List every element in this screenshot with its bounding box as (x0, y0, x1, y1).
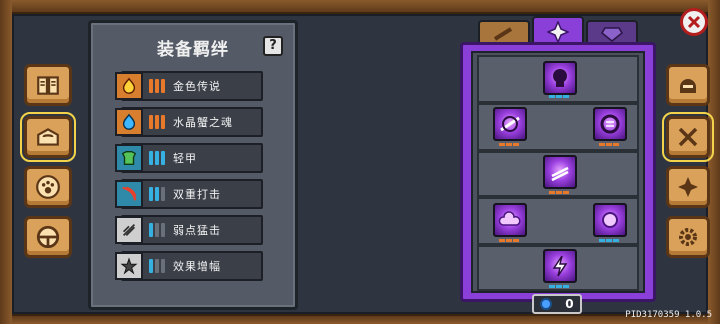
bond-row-gold-legend[interactable]: 金色传说 (115, 71, 263, 101)
gem-icon (540, 298, 553, 310)
bond-label: 水晶蟹之魂 (173, 116, 233, 129)
skill-slot-cloud[interactable] (493, 203, 527, 237)
skill-level-dots (499, 239, 519, 242)
shadow-head-icon (553, 69, 567, 87)
help-button[interactable]: ? (263, 36, 283, 56)
fire-orb-icon (115, 72, 143, 100)
bond-level-bars (149, 223, 165, 237)
skill-slot-energy-orb[interactable] (593, 203, 627, 237)
double-strike-icon (115, 180, 143, 208)
gem-counter: 0 (532, 294, 582, 314)
skill-slot-shadow[interactable] (543, 61, 577, 95)
water-orb-icon (115, 108, 143, 136)
gem-count: 0 (565, 297, 574, 311)
frame-right (708, 0, 720, 324)
light-armor-icon (115, 144, 143, 172)
side-tab-book[interactable] (24, 64, 72, 106)
bond-level-bars (149, 187, 165, 201)
skill-level-dots (549, 191, 569, 194)
paw-icon (36, 175, 60, 199)
purple-blade-icon (551, 166, 569, 182)
bond-level-bars (149, 79, 165, 93)
helmet-icon (680, 79, 696, 93)
side-tab-helmet[interactable] (666, 64, 710, 106)
skill-slot-dark-orb[interactable] (593, 107, 627, 141)
frame-left (0, 0, 12, 324)
weapon-icon (493, 27, 513, 41)
skill-slot-lightning[interactable] (543, 249, 577, 283)
steering-wheel-icon (36, 225, 60, 249)
bond-label: 效果增幅 (173, 260, 221, 273)
side-tab-vehicle[interactable] (24, 216, 72, 258)
slot-grid (471, 51, 645, 293)
close-button[interactable] (680, 8, 708, 36)
bond-level-bars (149, 115, 165, 129)
energy-orb-icon (602, 212, 618, 228)
effect-amp-icon (115, 252, 143, 280)
frame-bottom (0, 314, 720, 324)
star-emblem-icon (547, 21, 569, 43)
skill-level-dots (549, 285, 569, 288)
bond-row-effect-amp[interactable]: 效果增幅 (115, 251, 263, 281)
side-tab-talent[interactable] (666, 166, 710, 208)
compass-star-icon (678, 177, 698, 197)
gear-icon (679, 228, 697, 246)
close-icon (687, 15, 701, 29)
bond-label: 金色传说 (173, 80, 221, 93)
bond-level-bars (149, 151, 165, 165)
bond-row-double-strike[interactable]: 双重打击 (115, 179, 263, 209)
equipment-bag-icon (37, 128, 59, 146)
side-tab-settings[interactable] (666, 216, 710, 258)
bond-row-weak-point[interactable]: 弱点猛击 (115, 215, 263, 245)
weak-point-icon (115, 216, 143, 244)
skill-level-dots (549, 95, 569, 98)
skill-level-dots (499, 143, 519, 146)
book-icon (37, 76, 59, 95)
bond-label: 弱点猛击 (173, 224, 221, 237)
version-label: PID3170359 1.0.5 (625, 310, 712, 320)
lightning-icon (552, 255, 568, 277)
vortex-blade-icon (500, 116, 520, 132)
side-tab-skills[interactable] (662, 112, 714, 162)
bond-row-crystal-crab[interactable]: 水晶蟹之魂 (115, 107, 263, 137)
bond-label: 轻甲 (173, 152, 197, 165)
side-tab-pet[interactable] (24, 166, 72, 208)
equipment-slot-panel (460, 42, 656, 302)
crystal-icon (601, 27, 623, 42)
skill-level-dots (599, 143, 619, 146)
cloud-icon (498, 211, 521, 226)
frame-top (0, 0, 720, 14)
skill-slot-vortex-blade[interactable] (493, 107, 527, 141)
bond-level-bars (149, 259, 165, 273)
side-tab-equipment[interactable] (20, 112, 76, 162)
skill-slot-purple-blade[interactable] (543, 155, 577, 189)
dark-orb-icon (600, 114, 620, 134)
equipment-bond-panel: 装备羁绊 ? 金色传说 水晶蟹之魂 轻甲 双重打击 弱点猛击 效果增幅 (88, 20, 298, 310)
bond-row-light-armor[interactable]: 轻甲 (115, 143, 263, 173)
crossed-swords-icon (678, 127, 698, 147)
bond-label: 双重打击 (173, 188, 221, 201)
skill-level-dots (599, 239, 619, 242)
